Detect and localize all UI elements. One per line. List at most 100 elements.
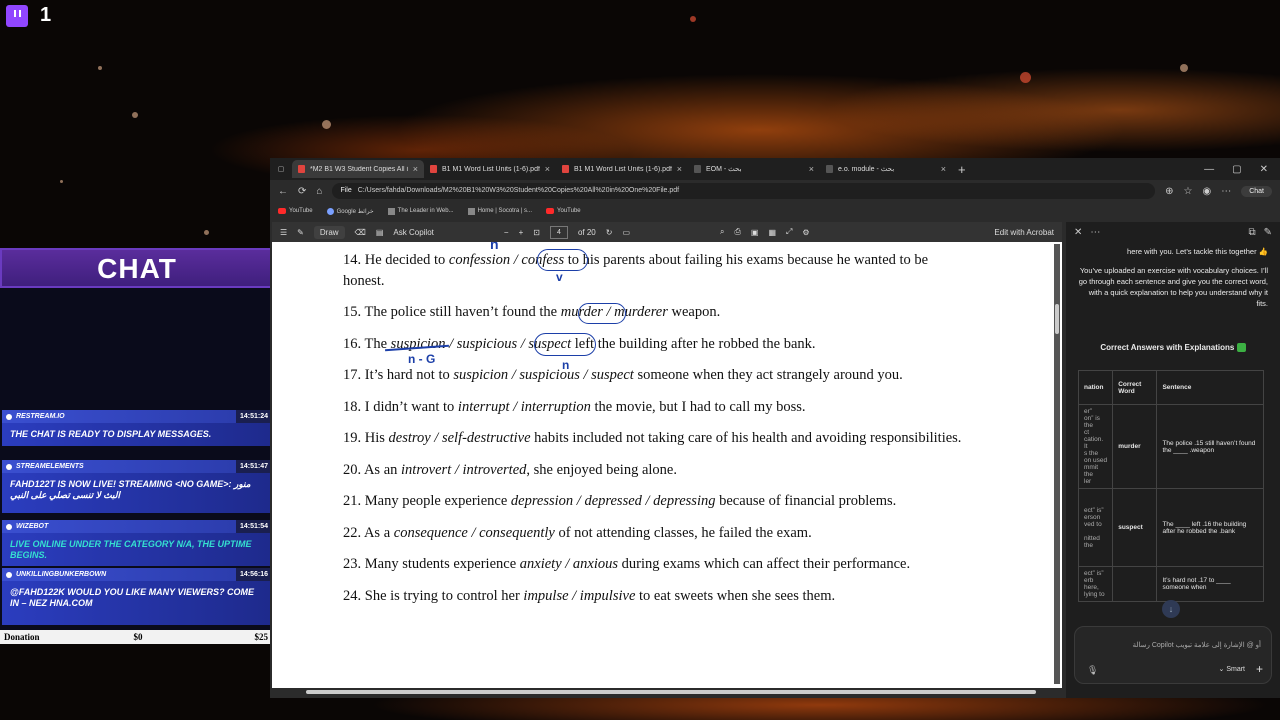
profile-icon[interactable]: ◉: [1202, 186, 1211, 197]
new-tab-icon[interactable]: +: [958, 162, 966, 177]
chat-message: WIZEBOT 14:51:54 LIVE ONLINE UNDER THE CA…: [2, 520, 272, 566]
twitch-icon: [6, 4, 28, 27]
text-icon[interactable]: ▤: [376, 228, 384, 237]
user-icon: [6, 571, 12, 578]
reload-icon[interactable]: ⟳: [298, 186, 306, 197]
extensions-icon[interactable]: ⋯: [1221, 186, 1231, 197]
pdf-toolbar: ☰ ✎ Draw ⌫ ▤ Ask Copilot − + ⊡ 4 of 20 ↻…: [272, 222, 1062, 242]
search-icon[interactable]: ⌕: [720, 227, 724, 237]
google-icon: [326, 207, 334, 215]
pdf-icon: [430, 165, 437, 173]
word-choices: interrupt / interruption: [457, 399, 591, 415]
table-row: ect” is” erson ved to nitted the suspect…: [1077, 488, 1264, 567]
question-number: 22.: [343, 525, 362, 541]
close-icon[interactable]: ✕: [1074, 227, 1082, 238]
exercise-line: 20. As an introvert / introverted, she e…: [343, 462, 677, 479]
user-icon: [6, 523, 12, 530]
bookmark-google-maps[interactable]: Google خرائط: [326, 207, 374, 215]
print-icon[interactable]: ⎙: [734, 227, 740, 237]
back-icon[interactable]: ←: [278, 186, 288, 197]
page-count: of 20: [577, 227, 596, 237]
donation-goal-bar: Donation $0 $25: [0, 630, 272, 644]
zoom-icon[interactable]: ⊕: [1165, 186, 1173, 197]
check-icon: [1236, 343, 1246, 353]
url-field[interactable]: File C:/Users/fahda/Downloads/M2%20B1%20W…: [332, 183, 1156, 199]
sentence-text: during exams which can affect their perf…: [618, 556, 911, 572]
close-icon[interactable]: ×: [413, 164, 418, 174]
browser-window: ▢ *M2 B1 W3 Student Copies All in × B1 M1…: [270, 158, 1280, 698]
exercise-line: 24. She is trying to control her impulse…: [343, 588, 835, 605]
copilot-intro-2: You’ve uploaded an exercise with vocabul…: [1078, 266, 1268, 308]
bookmark-socotra[interactable]: Home | Socotra | s...: [467, 207, 532, 215]
question-number: 21.: [343, 493, 362, 509]
bookmark-leader[interactable]: The Leader in Web...: [387, 207, 454, 215]
page-view-icon[interactable]: ▭: [622, 228, 630, 237]
sentence-text: It’s hard not to: [364, 367, 454, 383]
close-icon[interactable]: ×: [941, 164, 946, 174]
answers-table: nation Correct Word Sentence er” on” is …: [1077, 370, 1264, 602]
tab-search[interactable]: EOM - بحث ×: [688, 160, 820, 178]
exercise-line: 14. He decided to confession / confess t…: [343, 252, 928, 269]
more-options-icon[interactable]: ⋯: [1090, 227, 1100, 238]
tab-pdf[interactable]: B1 M1 Word List Units (1-6).pdf ×: [424, 160, 556, 178]
save-as-icon[interactable]: ▦: [768, 228, 776, 237]
tab-bar: ▢ *M2 B1 W3 Student Copies All in × B1 M1…: [270, 158, 1280, 180]
ink-mark: n: [562, 358, 570, 372]
mode-selector[interactable]: ⌄ Smart: [1219, 665, 1245, 673]
exercise-line: 15. The police still haven’t found the m…: [343, 304, 720, 321]
tab-search[interactable]: e.o. module - بحث ×: [820, 160, 952, 178]
column-header: Sentence: [1156, 370, 1264, 405]
fullscreen-icon[interactable]: ⤢: [786, 227, 792, 237]
fit-page-icon[interactable]: ⊡: [533, 228, 540, 237]
edit-with-acrobat-button[interactable]: Edit with Acrobat: [994, 228, 1054, 237]
tab-pdf-active[interactable]: *M2 B1 W3 Student Copies All in ×: [292, 160, 424, 178]
sentence-text: to eat sweets when she sees them.: [635, 588, 836, 604]
tab-pdf[interactable]: B1 M1 Word List Units (1-6).pdf ×: [556, 160, 688, 178]
sentence-text: As an: [363, 462, 402, 478]
question-number: 14.: [343, 252, 362, 268]
copilot-message-input[interactable]: رسالة Copilot أو @ الإشارة إلى علامة تبو…: [1074, 626, 1272, 684]
chat-message: RESTREAM.IO 14:51:24 THE CHAT IS READY TO…: [2, 410, 272, 446]
zoom-out-icon[interactable]: −: [504, 228, 509, 237]
eraser-icon[interactable]: ⌫: [355, 228, 366, 237]
open-in-new-icon[interactable]: ⧉: [1248, 227, 1255, 238]
pdf-page[interactable]: 14. He decided to confession / confess t…: [272, 242, 1062, 688]
bookmark-youtube-2[interactable]: YouTube: [546, 208, 581, 214]
close-window-icon[interactable]: ✕: [1260, 164, 1268, 175]
youtube-icon: [278, 208, 286, 214]
pdf-vertical-scrollbar[interactable]: [1054, 244, 1060, 684]
question-number: 17.: [343, 367, 362, 383]
close-icon[interactable]: ×: [677, 164, 682, 174]
close-icon[interactable]: ×: [545, 164, 550, 174]
microphone-icon[interactable]: 🎙: [1087, 665, 1098, 676]
zoom-in-icon[interactable]: +: [519, 228, 524, 237]
home-icon[interactable]: ⌂: [316, 186, 322, 197]
maximize-icon[interactable]: ▢: [1232, 164, 1241, 175]
copilot-heading: Correct Answers with Explanations: [1066, 343, 1280, 353]
exercise-line: 21. Many people experience depression / …: [343, 493, 896, 510]
sentence-text: honest.: [343, 273, 385, 289]
settings-icon[interactable]: ⚙: [802, 228, 809, 237]
contents-icon[interactable]: ☰: [280, 228, 287, 237]
highlight-icon[interactable]: ✎: [297, 228, 304, 237]
add-icon[interactable]: +: [1256, 662, 1263, 676]
bookmark-youtube[interactable]: YouTube: [278, 208, 313, 214]
rotate-icon[interactable]: ↻: [606, 228, 613, 237]
save-icon[interactable]: ▣: [751, 228, 759, 237]
new-chat-icon[interactable]: ✎: [1264, 227, 1272, 238]
tab-actions-icon[interactable]: ▢: [270, 165, 292, 173]
exercise-line: 17. It’s hard not to suspicion / suspici…: [343, 367, 903, 384]
copilot-chat-button[interactable]: Chat: [1241, 185, 1272, 197]
pdf-horizontal-scrollbar[interactable]: [306, 690, 1036, 694]
ask-copilot-button[interactable]: Ask Copilot: [393, 228, 433, 237]
sentence-text: habits included not taking care of his h…: [530, 430, 962, 446]
close-icon[interactable]: ×: [809, 164, 814, 174]
favorite-icon[interactable]: ☆: [1184, 186, 1193, 197]
sentence-text: someone when they act strangely around y…: [633, 367, 903, 383]
page-number-input[interactable]: 4: [549, 225, 568, 239]
sentence-text: left the building after he robbed the ba…: [571, 336, 816, 352]
minimize-icon[interactable]: —: [1204, 164, 1214, 175]
draw-button[interactable]: Draw: [313, 225, 345, 239]
pdf-icon: [298, 165, 305, 173]
scroll-down-button[interactable]: ↓: [1162, 600, 1180, 618]
